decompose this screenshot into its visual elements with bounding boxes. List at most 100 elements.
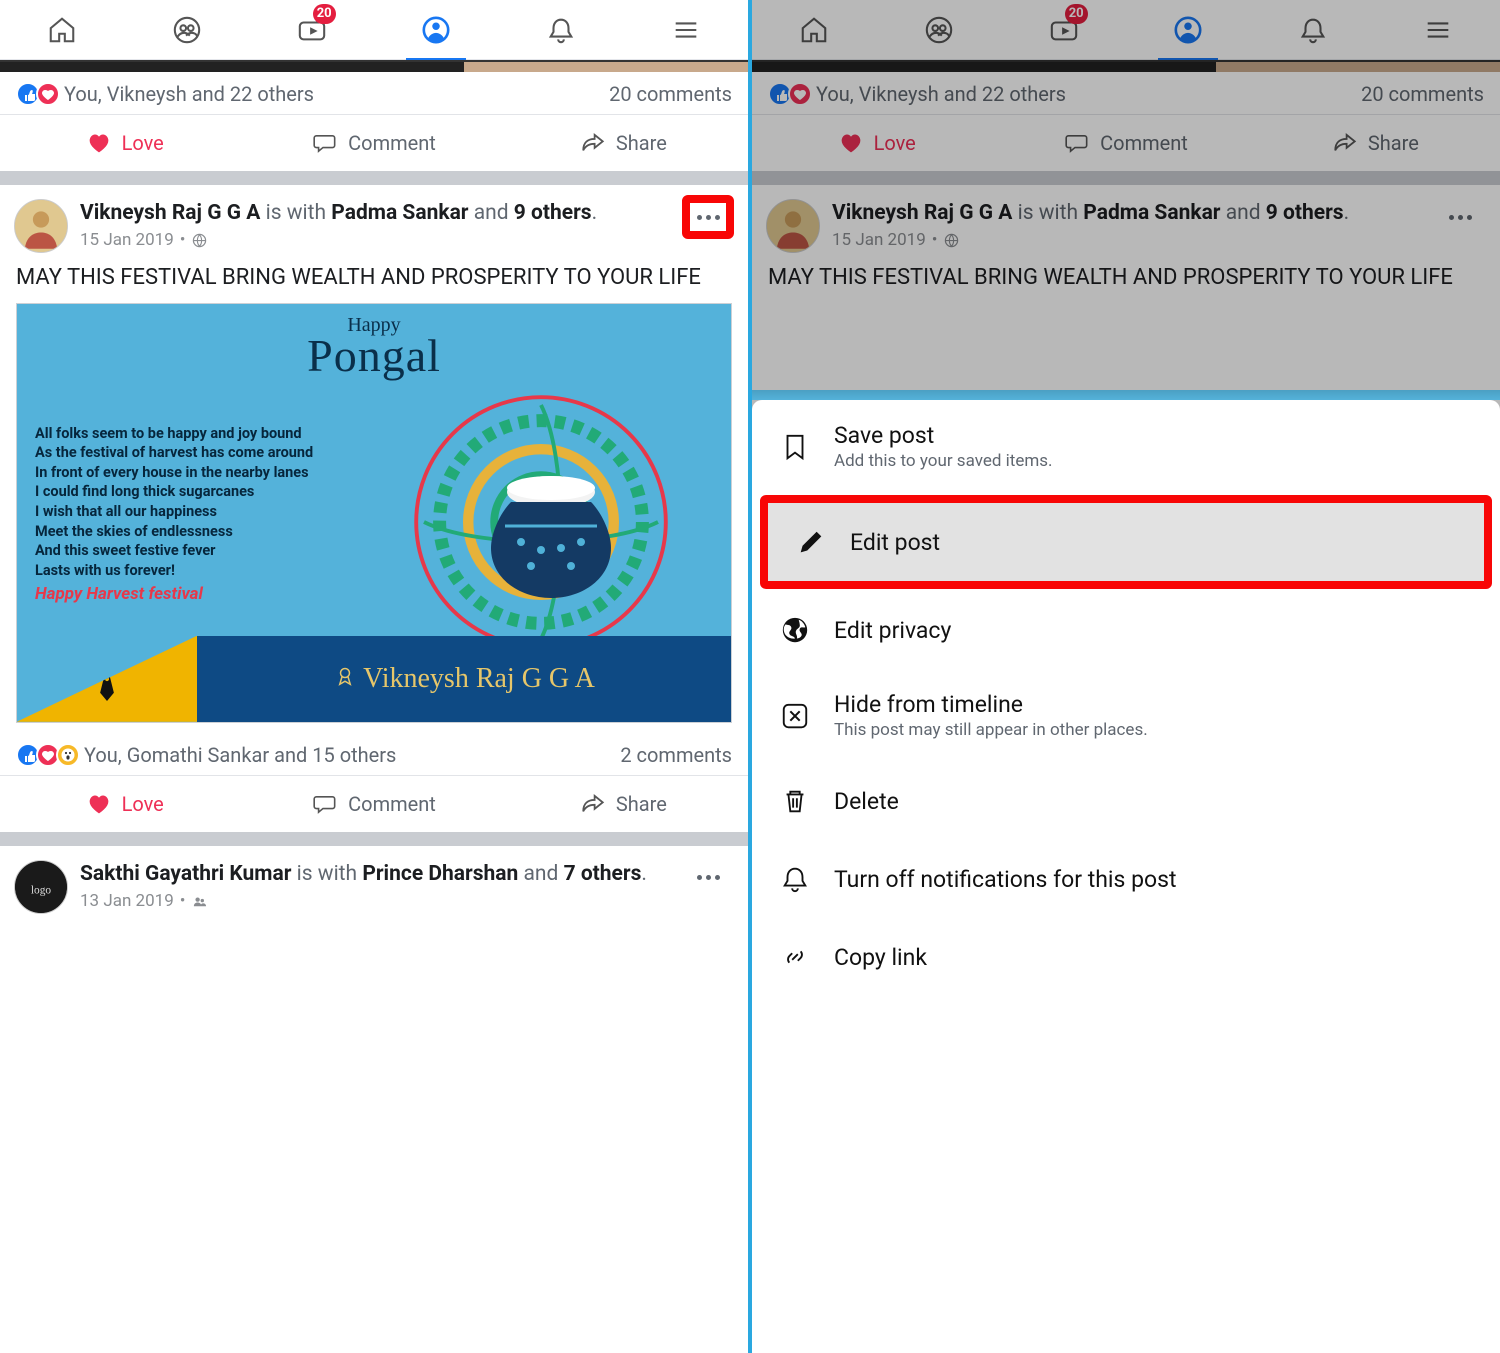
tab-menu[interactable] [656,0,716,60]
others-count: 9 others [514,201,592,225]
menu-icon [671,15,701,45]
feed-separator [0,171,748,185]
tab-groups[interactable] [157,0,217,60]
reaction-bar-2[interactable]: You, Gomathi Sankar and 15 others 2 comm… [0,733,748,775]
card-pongal: Pongal [17,329,731,382]
home-icon [47,15,77,45]
comment-icon [312,791,338,817]
share-button-2[interactable]: Share [499,776,748,832]
post-byline[interactable]: Vikneysh Raj G G A is with Padma Sankar … [832,199,1422,252]
reaction-icons [16,82,56,106]
post-byline[interactable]: Vikneysh Raj G G A is with Padma Sankar … [80,199,670,252]
menu-hide-from-timeline[interactable]: Hide from timelineThis post may still ap… [752,669,1500,762]
prev-post-media [0,60,748,72]
love-reaction-icon [36,82,60,106]
comment-button[interactable]: Comment [249,115,498,171]
love-reaction-icon [788,82,812,106]
post-more-button[interactable] [682,195,734,239]
tab-profile[interactable] [406,0,466,60]
post-options-sheet: Save postAdd this to your saved items. E… [752,400,1500,1353]
tab-watch[interactable]: 20 [282,0,342,60]
pencil-icon [794,525,828,559]
phone-left: 20 You, Vikneysh and 22 others 20 commen… [0,0,748,1353]
reaction-text-2: You, Gomathi Sankar and 15 others [84,743,396,767]
prev-post-media [752,60,1500,72]
top-nav-r: 20 [752,0,1500,60]
tab-groups[interactable] [909,0,969,60]
tab-notifications[interactable] [531,0,591,60]
tab-profile[interactable] [1158,0,1218,60]
heart-filled-icon [838,130,864,156]
feed: You, Vikneysh and 22 others 20 comments … [0,60,748,920]
share-button[interactable]: Share [499,115,748,171]
avatar-3[interactable]: logo [14,860,68,914]
reaction-bar[interactable]: You, Vikneysh and 22 others 20 comments [752,72,1500,114]
link-icon [778,940,812,974]
menu-turn-off-notifications[interactable]: Turn off notifications for this post [752,840,1500,918]
trash-icon [778,784,812,818]
pongal-pot [481,462,621,602]
feed-r: You, Vikneysh and 22 others 20 comments … [752,60,1500,303]
avatar[interactable] [766,199,820,253]
menu-save-post[interactable]: Save postAdd this to your saved items. [752,400,1500,493]
menu-delete[interactable]: Delete [752,762,1500,840]
heart-filled-icon [86,130,112,156]
hide-icon [778,699,812,733]
comment-count-2[interactable]: 2 comments [620,743,732,767]
phone-right: 20 You, Vikneysh and 22 others 20 commen… [752,0,1500,1353]
tab-home[interactable] [32,0,92,60]
card-hhf: Happy Harvest festival [35,584,203,604]
reaction-text: You, Vikneysh and 22 others [64,82,314,106]
post-meta: 15 Jan 2019• [80,229,670,252]
share-button[interactable]: Share [1251,115,1500,171]
award-icon [333,664,357,688]
feed-separator-2 [0,832,748,846]
bookmark-icon [778,430,812,464]
tagged-name: Padma Sankar [331,201,468,225]
author-name: Vikneysh Raj G G A [80,201,260,225]
watch-badge: 20 [1065,4,1088,24]
love-button[interactable]: Love [752,115,1001,171]
card-footer: Vikneysh Raj G G A [17,636,731,722]
groups-icon [924,15,954,45]
share-label: Share [616,131,667,155]
nib-icon [17,636,197,722]
love-button[interactable]: Love [0,115,249,171]
tab-home[interactable] [784,0,844,60]
heart-filled-icon [86,791,112,817]
comment-button-2[interactable]: Comment [249,776,498,832]
tab-menu[interactable] [1408,0,1468,60]
bell-icon [778,862,812,896]
menu-edit-post[interactable]: Edit post [768,503,1484,581]
reaction-bar[interactable]: You, Vikneysh and 22 others 20 comments [0,72,748,114]
tab-watch[interactable]: 20 [1034,0,1094,60]
watch-badge: 20 [313,4,336,24]
profile-icon [421,15,451,45]
post-more-button[interactable] [1434,195,1486,239]
card-poem: All folks seem to be happy and joy bound… [35,424,345,581]
tab-notifications[interactable] [1283,0,1343,60]
home-icon [799,15,829,45]
comment-icon [1064,130,1090,156]
avatar[interactable] [14,199,68,253]
reaction-icons-2 [16,743,76,767]
image-sliver [752,390,1500,400]
love-button-2[interactable]: Love [0,776,249,832]
globe-icon [778,613,812,647]
bell-icon [1298,15,1328,45]
post-image-card[interactable]: HappyPongal All folks seem to be happy a… [16,303,732,723]
post3-more-button[interactable] [682,856,734,900]
menu-edit-privacy[interactable]: Edit privacy [752,591,1500,669]
action-row-2: Love Comment Share [0,775,748,832]
share-icon [580,130,606,156]
wow-reaction-icon [56,743,80,767]
reaction-icons [768,82,808,106]
comment-count[interactable]: 20 comments [609,82,732,106]
comment-button[interactable]: Comment [1001,115,1250,171]
profile-icon [1173,15,1203,45]
share-icon [1332,130,1358,156]
comment-icon [312,130,338,156]
menu-copy-link[interactable]: Copy link [752,918,1500,996]
svg-text:logo: logo [31,884,52,896]
post3-byline[interactable]: Sakthi Gayathri Kumar is with Prince Dha… [80,860,670,913]
